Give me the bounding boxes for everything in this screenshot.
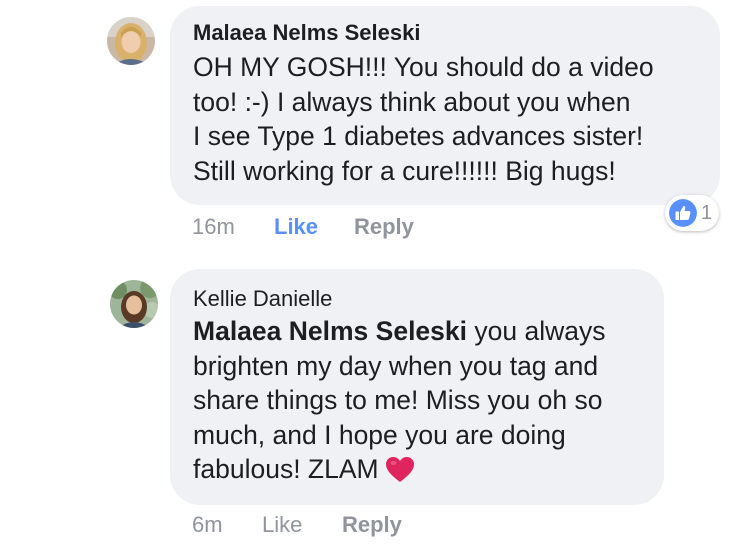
comment-text-line: brighten my day when you tag and	[193, 350, 599, 381]
comment-text-line: much, and I hope you are doing	[193, 419, 566, 450]
comment-text-line: fabulous! ZLAM	[193, 452, 605, 487]
reply-button[interactable]: Reply	[342, 512, 402, 538]
comment-actions: 6m Like Reply	[192, 512, 452, 540]
like-button[interactable]: Like	[262, 512, 302, 538]
reply-button[interactable]: Reply	[354, 214, 414, 240]
avatar[interactable]	[107, 17, 155, 65]
comment-bubble: Malaea Nelms Seleski OH MY GOSH!!! You s…	[170, 6, 720, 205]
red-heart-icon	[385, 457, 414, 482]
comment-author[interactable]: Kellie Danielle	[193, 286, 332, 312]
comment-text-line: OH MY GOSH!!! You should do a video	[193, 52, 654, 82]
comment-text-fragment: fabulous! ZLAM	[193, 454, 379, 484]
avatar[interactable]	[110, 280, 158, 328]
comment-timestamp: 6m	[192, 512, 223, 537]
comment-text-line: share things to me! Miss you oh so	[193, 385, 603, 415]
comment-text-line: Malaea Nelms Seleski you always	[193, 314, 605, 349]
profile-photo-icon	[107, 17, 155, 65]
comment-text-line: I see Type 1 diabetes advances sister!	[193, 121, 644, 151]
reaction-count: 1	[701, 202, 713, 224]
mention-link[interactable]: Malaea Nelms Seleski	[193, 316, 467, 346]
reaction-summary[interactable]: 1	[665, 195, 719, 231]
profile-photo-icon	[110, 280, 158, 328]
comment-text: OH MY GOSH!!! You should do a video too!…	[193, 50, 654, 188]
comment-text: Malaea Nelms Seleski you always brighten…	[193, 314, 605, 487]
comment-author[interactable]: Malaea Nelms Seleski	[193, 20, 420, 46]
comment-text-fragment: you always	[467, 316, 606, 346]
comment-bubble: Kellie Danielle Malaea Nelms Seleski you…	[170, 269, 664, 505]
comment-text-line: too! :-) I always think about you when	[193, 86, 631, 117]
like-button[interactable]: Like	[274, 214, 318, 240]
comment-timestamp: 16m	[192, 214, 235, 239]
thumbs-up-icon	[669, 199, 697, 227]
comment-1: Malaea Nelms Seleski OH MY GOSH!!! You s…	[0, 0, 750, 250]
comment-text-line: Still working for a cure!!!!!! Big hugs!	[193, 155, 616, 186]
comment-actions: 16m Like Reply	[192, 214, 452, 242]
comment-2: Kellie Danielle Malaea Nelms Seleski you…	[0, 260, 750, 546]
